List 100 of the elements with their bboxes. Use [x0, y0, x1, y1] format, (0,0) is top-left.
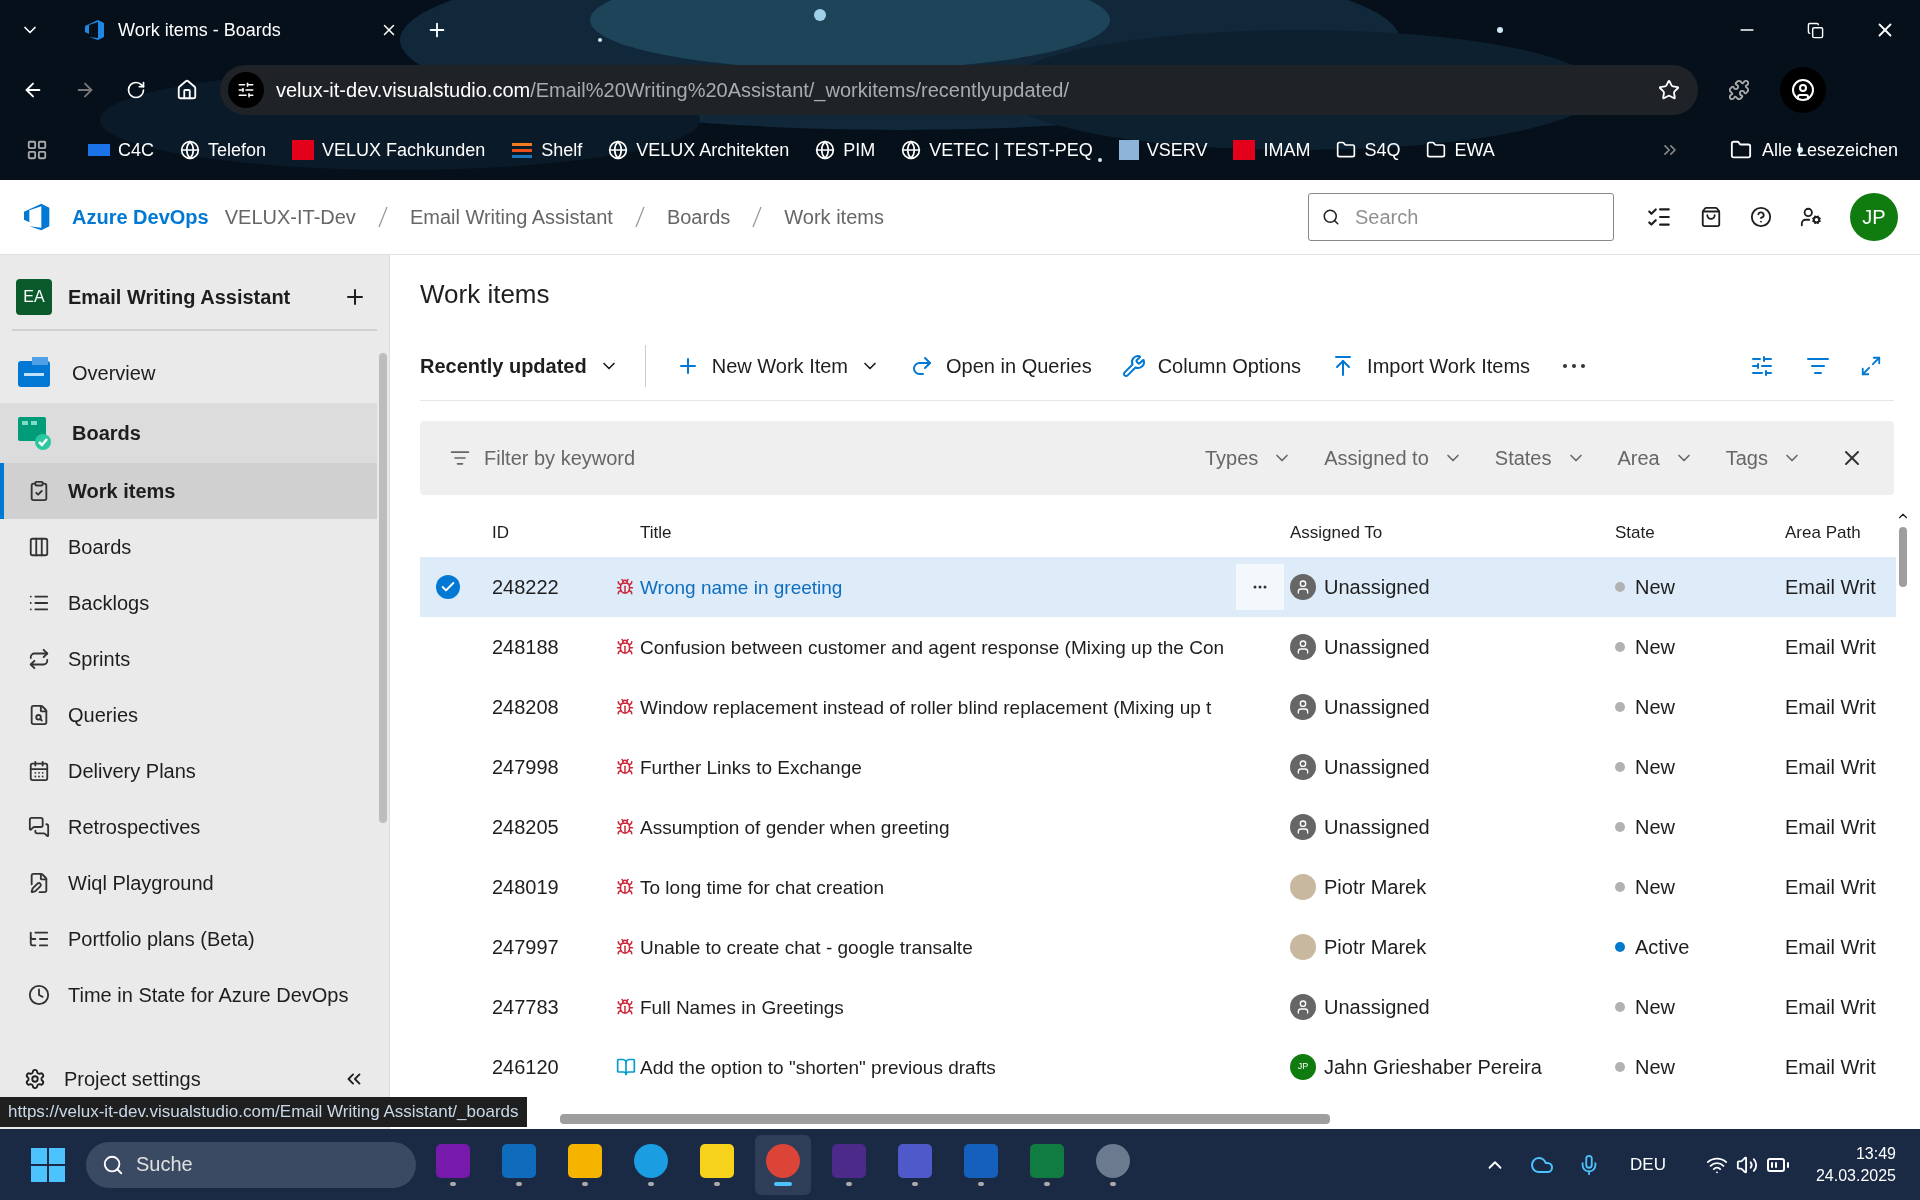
- filter-dropdown[interactable]: States: [1494, 443, 1586, 473]
- nav-item[interactable]: Work items: [0, 463, 377, 519]
- more-icon[interactable]: [1562, 362, 1587, 369]
- nav-item[interactable]: Backlogs: [0, 575, 377, 631]
- filter-dropdown[interactable]: Assigned to: [1324, 443, 1463, 473]
- table-row[interactable]: 248188 Confusion between customer and agent response (Mixing up the Con Unassigned New Email Writ: [420, 617, 1896, 677]
- breadcrumb[interactable]: Email Writing Assistant: [409, 202, 613, 232]
- language-indicator[interactable]: DEU: [1630, 1151, 1666, 1178]
- project-settings-link[interactable]: Project settings: [64, 1064, 325, 1094]
- avatar[interactable]: JP: [1850, 193, 1898, 241]
- bookmark[interactable]: Shelf: [511, 136, 583, 164]
- site-info-button[interactable]: [228, 72, 264, 108]
- book-icon: [616, 1057, 636, 1077]
- checkbox[interactable]: [436, 575, 460, 599]
- bookmark[interactable]: VELUX Fachkunden: [292, 136, 486, 164]
- table-row[interactable]: 247783 Full Names in Greetings Unassigned New Email Writ: [420, 977, 1896, 1037]
- nav-item[interactable]: Sprints: [0, 631, 377, 687]
- nav-item[interactable]: Portfolio plans (Beta): [0, 911, 377, 967]
- nav-item[interactable]: Boards: [0, 519, 377, 575]
- folder-icon: [568, 1143, 602, 1178]
- bag-icon[interactable]: [1700, 206, 1722, 228]
- scrollbar-thumb[interactable]: [560, 1114, 1330, 1124]
- toolbar-button[interactable]: New Work Item: [675, 350, 881, 381]
- bookmark[interactable]: VSERV: [1118, 136, 1208, 164]
- toolbar-button[interactable]: Import Work Items: [1331, 350, 1531, 381]
- bookmark-star-icon[interactable]: [1658, 79, 1680, 101]
- home-icon[interactable]: [176, 79, 198, 101]
- breadcrumb[interactable]: Work items: [784, 202, 884, 232]
- all-bookmarks[interactable]: Alle Lesezeichen: [1761, 136, 1898, 164]
- breadcrumb[interactable]: Boards: [666, 202, 731, 232]
- table-row[interactable]: 248222 Wrong name in greeting Unassigned New Email Writ: [420, 557, 1896, 617]
- sliders-icon[interactable]: [1750, 353, 1774, 378]
- reload-icon[interactable]: [126, 80, 146, 100]
- bookmark[interactable]: VETEC | TEST-PEQ: [901, 136, 1093, 164]
- bookmark[interactable]: Telefon: [180, 136, 267, 164]
- column-header[interactable]: Area Path: [1785, 523, 1861, 543]
- table-row[interactable]: 247998 Further Links to Exchange Unassigned New Email Writ: [420, 737, 1896, 797]
- nav-item[interactable]: Retrospectives: [0, 799, 377, 855]
- toolbar-button[interactable]: Column Options: [1121, 350, 1302, 381]
- nav-item[interactable]: Time in State for Azure DevOps: [0, 967, 377, 1023]
- table-row[interactable]: 248208 Window replacement instead of roller blind replacement (Mixing up t Unassigned New Email Writ: [420, 677, 1896, 737]
- breadcrumb[interactable]: VELUX-IT-Dev: [224, 202, 356, 232]
- id-cell: 246120: [492, 1056, 559, 1078]
- nav-item[interactable]: Delivery Plans: [0, 743, 377, 799]
- project-name[interactable]: Email Writing Assistant: [68, 282, 327, 312]
- column-header[interactable]: State: [1615, 523, 1655, 543]
- user-settings-icon[interactable]: [1800, 206, 1822, 228]
- nav-item[interactable]: Queries: [0, 687, 377, 743]
- title-link[interactable]: To long time for chat creation: [640, 876, 884, 898]
- avatar: JP: [1290, 1054, 1316, 1080]
- extensions-icon[interactable]: [1728, 79, 1750, 101]
- clock-time[interactable]: 13:49: [1855, 1142, 1896, 1165]
- nav-item[interactable]: Wiql Playground: [0, 855, 377, 911]
- bookmark[interactable]: PIM: [815, 136, 876, 164]
- restore-icon[interactable]: [1807, 21, 1824, 39]
- bookmark[interactable]: EWA: [1426, 136, 1495, 164]
- settings-icon[interactable]: [24, 1068, 46, 1090]
- expand-icon[interactable]: [1860, 354, 1882, 377]
- title-link[interactable]: Window replacement instead of roller blind replacement (Mixing up t: [640, 696, 1212, 718]
- filter-dropdown[interactable]: Area: [1617, 443, 1694, 473]
- scrollbar-thumb[interactable]: [1899, 527, 1907, 587]
- search-field[interactable]: Search: [1308, 193, 1614, 241]
- title-link[interactable]: Assumption of gender when greeting: [640, 816, 950, 838]
- filter-dropdown[interactable]: Tags: [1725, 443, 1802, 473]
- bookmark[interactable]: S4Q: [1336, 136, 1401, 164]
- bookmark[interactable]: C4C: [88, 136, 154, 164]
- bookmark[interactable]: VELUX Architekten: [608, 136, 790, 164]
- table-row[interactable]: 246120 Add the option to "shorten" previous drafts JP Jahn Grieshaber Pereira New Email Writ: [420, 1037, 1896, 1097]
- table-row[interactable]: 248019 To long time for chat creation Piotr Marek New Email Writ: [420, 857, 1896, 917]
- apps-icon[interactable]: [26, 139, 48, 161]
- search-field[interactable]: Suche: [86, 1141, 416, 1188]
- nav-section[interactable]: Overview: [0, 343, 377, 403]
- title-link[interactable]: Full Names in Greetings: [640, 996, 844, 1018]
- view-dropdown[interactable]: Recently updated: [420, 344, 646, 387]
- brand-name[interactable]: Azure DevOps: [72, 202, 209, 232]
- windows-icon[interactable]: [30, 1146, 66, 1183]
- nav-section[interactable]: Boards: [0, 403, 377, 463]
- state-cell-text: New: [1635, 635, 1675, 660]
- mail-icon: [502, 1143, 536, 1178]
- clock-date[interactable]: 24.03.2025: [1815, 1164, 1896, 1187]
- title-link[interactable]: Add the option to "shorten" previous drafts: [640, 1056, 996, 1078]
- folder-icon[interactable]: [1729, 139, 1752, 161]
- title-link[interactable]: Unable to create chat - google transalte: [640, 936, 973, 958]
- url-text: velux-it-dev.visualstudio.com/Email%20Writing%20Assistant/_workitems/recentlyupdated/: [276, 78, 1069, 104]
- column-header[interactable]: Title: [640, 523, 672, 543]
- title-link[interactable]: Further Links to Exchange: [640, 756, 862, 778]
- title-link[interactable]: Confusion between customer and agent response (Mixing up the Con: [640, 636, 1225, 658]
- filter-dropdown[interactable]: Types: [1204, 443, 1293, 473]
- toolbar-button[interactable]: Open in Queries: [910, 350, 1092, 381]
- column-header[interactable]: ID: [492, 523, 509, 543]
- table-row[interactable]: 248205 Assumption of gender when greeting Unassigned New Email Writ: [420, 797, 1896, 857]
- scrollbar-thumb[interactable]: [379, 353, 387, 823]
- title-link[interactable]: Wrong name in greeting: [640, 576, 843, 598]
- bookmark[interactable]: IMAM: [1233, 136, 1311, 164]
- address-bar[interactable]: velux-it-dev.visualstudio.com/Email%20Writing%20Assistant/_workitems/recentlyupdated/: [220, 65, 1698, 115]
- table-row[interactable]: 247997 Unable to create chat - google transalte Piotr Marek Active Email Writ: [420, 917, 1896, 977]
- keyword-field[interactable]: Filter by keyword: [484, 443, 904, 473]
- column-header[interactable]: Assigned To: [1290, 523, 1383, 543]
- help-icon[interactable]: [1750, 206, 1772, 228]
- browser-tab[interactable]: Work items - Boards: [70, 8, 410, 52]
